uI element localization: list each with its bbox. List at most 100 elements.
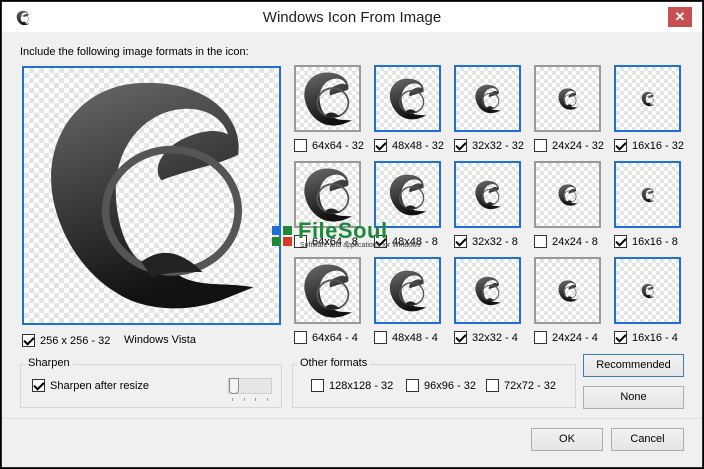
close-button[interactable]: ✕ xyxy=(668,7,692,27)
quill-logo-icon xyxy=(472,83,504,115)
format-checkbox[interactable]: 48x48 - 4 xyxy=(374,331,438,344)
preview-tile[interactable] xyxy=(454,65,521,132)
quill-logo-icon xyxy=(640,283,656,299)
format-checkbox[interactable]: 64x64 - 32 xyxy=(294,139,364,152)
preview-tile[interactable] xyxy=(374,65,441,132)
format-checkbox[interactable]: 32x32 - 32 xyxy=(454,139,524,152)
close-icon: ✕ xyxy=(674,9,686,24)
quill-logo-icon xyxy=(556,183,580,207)
preview-tile[interactable] xyxy=(534,257,601,324)
checkbox-box xyxy=(454,331,467,344)
quill-logo-icon xyxy=(24,68,279,323)
format-label: 32x32 - 32 xyxy=(472,139,524,152)
quill-logo-icon xyxy=(472,275,504,307)
instruction-label: Include the following image formats in t… xyxy=(20,46,249,58)
format-checkbox[interactable]: 24x24 - 8 xyxy=(534,235,598,248)
format-label: 16x16 - 32 xyxy=(632,139,684,152)
format-checkbox[interactable]: 16x16 - 32 xyxy=(614,139,684,152)
format-checkbox[interactable]: 64x64 - 4 xyxy=(294,331,358,344)
cancel-button[interactable]: Cancel xyxy=(611,428,684,451)
quill-logo-icon xyxy=(385,172,431,218)
format-label: 64x64 - 4 xyxy=(312,331,358,344)
format-checkbox[interactable]: 32x32 - 8 xyxy=(454,235,518,248)
checkbox-box xyxy=(614,235,627,248)
other-format-checkbox[interactable]: 96x96 - 32 xyxy=(406,379,476,392)
preview-tile[interactable] xyxy=(454,257,521,324)
preview-tile[interactable] xyxy=(294,65,361,132)
quill-logo-icon xyxy=(556,87,580,111)
sharpen-slider[interactable] xyxy=(228,378,272,394)
quill-logo-icon xyxy=(298,261,358,321)
filesoul-logo-icon xyxy=(272,226,292,246)
format-label: 48x48 - 4 xyxy=(392,331,438,344)
none-button[interactable]: None xyxy=(583,386,684,409)
format-label: 32x32 - 4 xyxy=(472,331,518,344)
preview-tile[interactable] xyxy=(294,257,361,324)
format-checkbox[interactable]: 24x24 - 4 xyxy=(534,331,598,344)
dialog-window: Windows Icon From Image ✕ Include the fo… xyxy=(1,1,703,468)
format-label: 64x64 - 32 xyxy=(312,139,364,152)
format-checkbox[interactable]: 32x32 - 4 xyxy=(454,331,518,344)
checkbox-box xyxy=(454,139,467,152)
slider-ticks xyxy=(232,398,268,401)
recommended-button[interactable]: Recommended xyxy=(583,354,684,377)
checkbox-box xyxy=(534,331,547,344)
other-format-checkbox[interactable]: 72x72 - 32 xyxy=(486,379,556,392)
ok-button[interactable]: OK xyxy=(531,428,603,451)
checkbox-box xyxy=(486,379,499,392)
preview-tile[interactable] xyxy=(534,161,601,228)
format-label: 48x48 - 32 xyxy=(392,139,444,152)
vista-note: Windows Vista xyxy=(124,334,196,346)
preview-tile[interactable] xyxy=(614,65,681,132)
sharpen-group-label: Sharpen xyxy=(25,357,73,369)
preview-tile[interactable] xyxy=(454,161,521,228)
format-label: 24x24 - 4 xyxy=(552,331,598,344)
quill-logo-icon xyxy=(640,91,656,107)
preview-tile[interactable] xyxy=(534,65,601,132)
other-format-label: 72x72 - 32 xyxy=(504,379,556,392)
sharpen-label: Sharpen after resize xyxy=(50,379,150,392)
format-label: 16x16 - 4 xyxy=(632,331,678,344)
preview-256[interactable] xyxy=(22,66,281,325)
quill-logo-icon xyxy=(640,187,656,203)
slider-thumb[interactable] xyxy=(229,378,239,394)
other-format-label: 96x96 - 32 xyxy=(424,379,476,392)
checkbox-box xyxy=(534,235,547,248)
preview-tile[interactable] xyxy=(614,161,681,228)
quill-logo-icon xyxy=(298,69,358,129)
quill-logo-icon xyxy=(298,165,358,225)
preview-tile[interactable] xyxy=(374,257,441,324)
format-256-label: 256 x 256 - 32 xyxy=(40,334,111,347)
preview-tile[interactable] xyxy=(614,257,681,324)
checkbox-box xyxy=(22,334,35,347)
checkbox-box xyxy=(614,139,627,152)
format-label: 32x32 - 8 xyxy=(472,235,518,248)
title-bar: Windows Icon From Image ✕ xyxy=(2,2,702,32)
format-checkbox[interactable]: 48x48 - 32 xyxy=(374,139,444,152)
other-format-checkbox[interactable]: 128x128 - 32 xyxy=(311,379,393,392)
quill-logo-icon xyxy=(556,279,580,303)
watermark-tagline: Software and applications for Windows xyxy=(300,242,421,249)
checkbox-box xyxy=(294,331,307,344)
format-checkbox[interactable]: 24x24 - 32 xyxy=(534,139,604,152)
checkbox-box xyxy=(294,139,307,152)
format-checkbox[interactable]: 16x16 - 4 xyxy=(614,331,678,344)
quill-logo-icon xyxy=(385,76,431,122)
checkbox-box xyxy=(374,331,387,344)
checkbox-box xyxy=(406,379,419,392)
checkbox-box xyxy=(454,235,467,248)
other-format-label: 128x128 - 32 xyxy=(329,379,394,392)
format-checkbox[interactable]: 16x16 - 8 xyxy=(614,235,678,248)
checkbox-box xyxy=(534,139,547,152)
format-label: 24x24 - 32 xyxy=(552,139,604,152)
other-formats-label: Other formats xyxy=(297,357,371,369)
window-title: Windows Icon From Image xyxy=(262,9,442,26)
watermark: FileSoul Software and applications for W… xyxy=(270,218,436,254)
sharpen-checkbox[interactable]: Sharpen after resize xyxy=(32,379,149,392)
quill-logo-icon xyxy=(472,179,504,211)
quill-logo-icon xyxy=(385,268,431,314)
checkbox-box xyxy=(32,379,45,392)
format-label: 16x16 - 8 xyxy=(632,235,678,248)
checkbox-box xyxy=(311,379,324,392)
format-256-checkbox[interactable]: 256 x 256 - 32 xyxy=(22,334,110,347)
